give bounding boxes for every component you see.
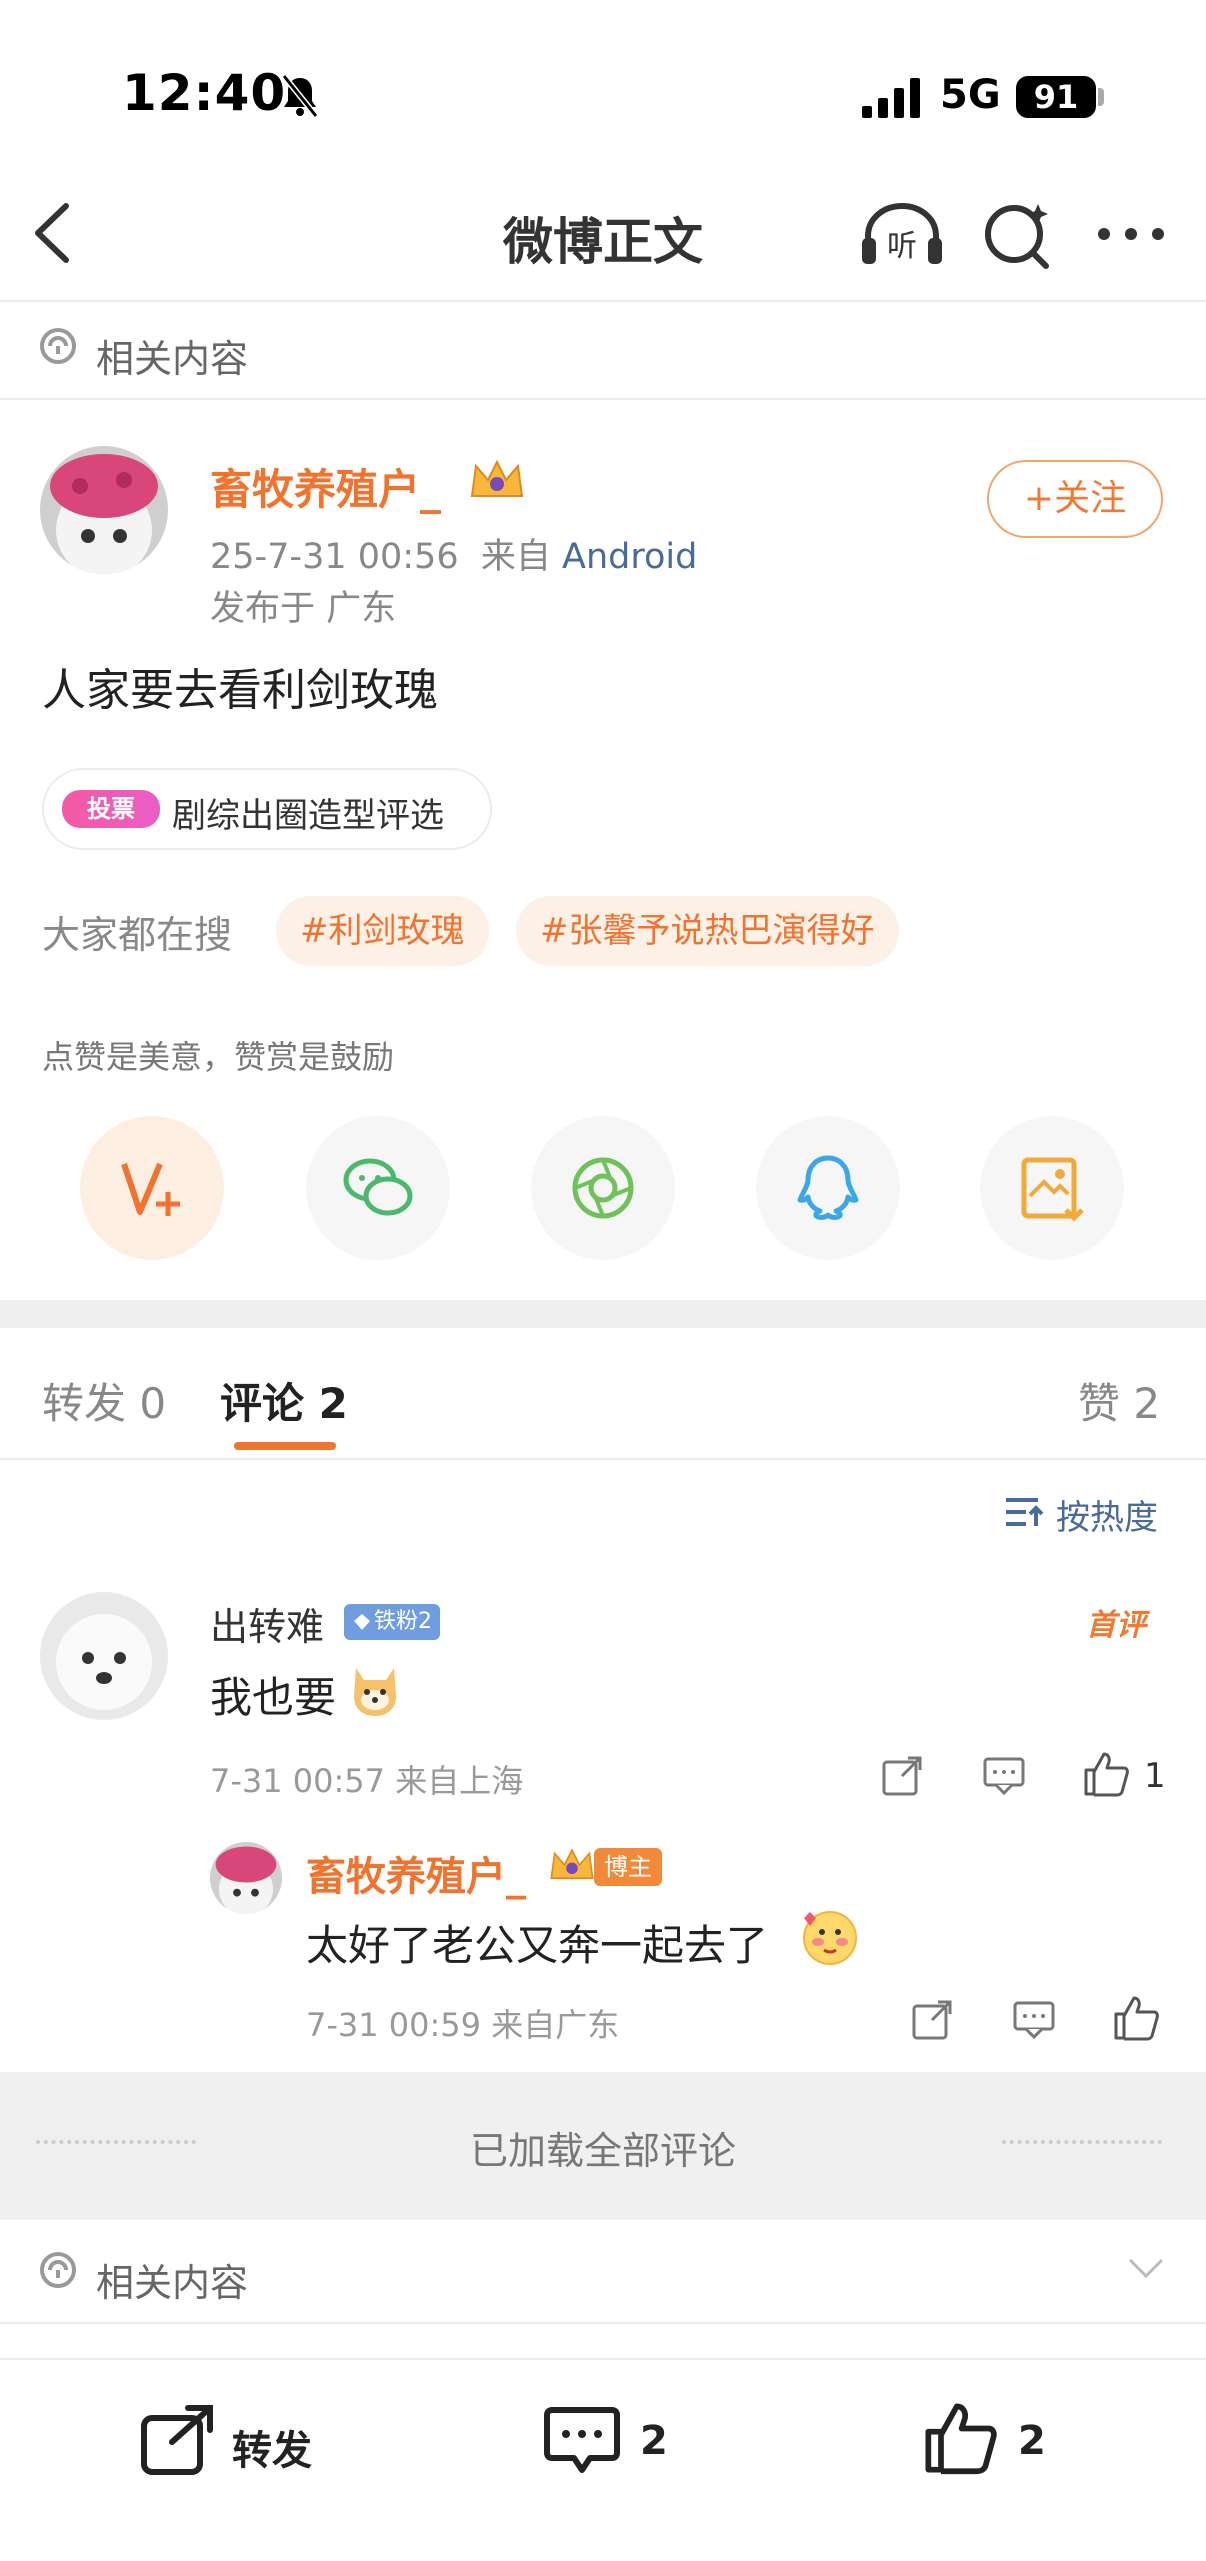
- related-icon: [38, 326, 78, 370]
- share-moments-button[interactable]: [531, 1116, 675, 1260]
- reply-text: 太好了老公又奔一起去了: [306, 1921, 769, 1970]
- sort-icon: [1004, 1494, 1044, 1530]
- v-plus-button[interactable]: [80, 1116, 224, 1260]
- repost-button[interactable]: 转发: [232, 2418, 312, 2476]
- related-label-bottom[interactable]: 相关内容: [96, 2252, 248, 2307]
- repost-comment-icon[interactable]: [880, 1754, 924, 1798]
- fan-badge-label: 铁粉2: [374, 1609, 432, 1634]
- follow-button[interactable]: +关注: [987, 460, 1163, 538]
- like-button-icon[interactable]: [922, 2398, 998, 2478]
- section-gap: [0, 1300, 1206, 1328]
- network-label: 5G: [940, 72, 1001, 118]
- listen-button[interactable]: 听: [860, 200, 944, 268]
- tab-likes[interactable]: 赞 2: [1078, 1370, 1160, 1431]
- post-from: 来自: [480, 537, 551, 577]
- related-divider: [0, 398, 1206, 400]
- share-wechat-button[interactable]: [306, 1116, 450, 1260]
- post-source[interactable]: Android: [562, 537, 697, 577]
- post-meta: 25-7-31 00:56 来自 Android: [210, 528, 697, 579]
- reply-like-icon[interactable]: [1112, 1994, 1160, 2042]
- v-plus-icon: [121, 1162, 180, 1216]
- vote-title: 剧综出圈造型评选: [172, 796, 444, 836]
- vote-badge: 投票: [62, 790, 160, 828]
- crown-icon: [548, 1844, 596, 1886]
- save-image-icon: [1021, 1157, 1084, 1222]
- tab-underline: [234, 1442, 336, 1450]
- hot-search-label: 大家都在搜: [42, 913, 233, 957]
- wechat-icon: [343, 1158, 413, 1216]
- reply-icon[interactable]: [982, 1756, 1026, 1796]
- comment-meta: 7-31 00:57 来自上海: [210, 1762, 524, 1800]
- like-count[interactable]: 2: [1018, 2418, 1046, 2464]
- shiba-emoji-icon: [348, 1662, 402, 1718]
- svg-text:听: 听: [887, 229, 917, 264]
- comment-icon[interactable]: [544, 2404, 620, 2480]
- reward-tip: 点赞是美意，赞赏是鼓励: [42, 1038, 395, 1076]
- first-comment-label: 首评: [1086, 1608, 1146, 1643]
- comment-text: 我也要: [210, 1673, 337, 1722]
- host-badge: 博主: [594, 1848, 662, 1886]
- commenter-avatar[interactable]: [40, 1592, 168, 1720]
- battery-tip: [1098, 88, 1104, 106]
- hot-tag[interactable]: #张馨予说热巴演得好: [516, 896, 899, 966]
- commenter-name[interactable]: 出转难: [210, 1596, 324, 1651]
- reply-author[interactable]: 畜牧养殖户_: [306, 1844, 526, 1902]
- reply-avatar[interactable]: [210, 1842, 282, 1914]
- battery-icon: 91: [1016, 76, 1096, 118]
- tabs-divider: [0, 1458, 1206, 1460]
- reply-comment-icon[interactable]: [1012, 2000, 1056, 2040]
- comment-like-count: 1: [1144, 1756, 1166, 1796]
- moments-icon: [572, 1157, 634, 1219]
- reply-meta: 7-31 00:59 来自广东: [306, 2006, 620, 2044]
- signal-icon: [862, 78, 926, 118]
- related-label-top[interactable]: 相关内容: [96, 328, 248, 383]
- more-icon[interactable]: [1096, 224, 1166, 244]
- crown-icon: [468, 456, 526, 504]
- post-text: 人家要去看利剑玫瑰: [42, 665, 438, 716]
- repost-icon[interactable]: [140, 2404, 216, 2476]
- like-icon[interactable]: [1082, 1750, 1130, 1798]
- sort-button[interactable]: 按热度: [1056, 1490, 1158, 1539]
- tab-comments[interactable]: 评论 2: [220, 1370, 348, 1431]
- author-name[interactable]: 畜牧养殖户_: [210, 456, 441, 517]
- diamond-icon: [352, 1612, 372, 1632]
- related-bottom-divider: [0, 2322, 1206, 2324]
- all-loaded-text: 已加载全部评论: [469, 2129, 736, 2173]
- post-location: 发布于 广东: [210, 589, 397, 629]
- status-time: 12:40: [122, 64, 287, 122]
- qq-icon: [797, 1155, 859, 1220]
- tab-repost[interactable]: 转发 0: [42, 1370, 166, 1431]
- post-time: 25-7-31 00:56: [210, 537, 459, 577]
- blushing-emoji-icon: [800, 1908, 860, 1968]
- back-button[interactable]: [30, 200, 74, 266]
- author-avatar[interactable]: [40, 446, 168, 574]
- dotted-line-right: [1002, 2140, 1162, 2144]
- nav-divider: [0, 300, 1206, 302]
- reply-repost-icon[interactable]: [910, 1998, 954, 2042]
- save-image-button[interactable]: [980, 1116, 1124, 1260]
- search-icon[interactable]: [982, 200, 1052, 270]
- chevron-down-icon[interactable]: [1126, 2256, 1166, 2280]
- related-icon: [38, 2250, 78, 2294]
- mute-bell-icon: [278, 72, 322, 120]
- share-qq-button[interactable]: [756, 1116, 900, 1260]
- hot-tag[interactable]: #利剑玫瑰: [276, 896, 489, 966]
- comment-count[interactable]: 2: [640, 2418, 668, 2464]
